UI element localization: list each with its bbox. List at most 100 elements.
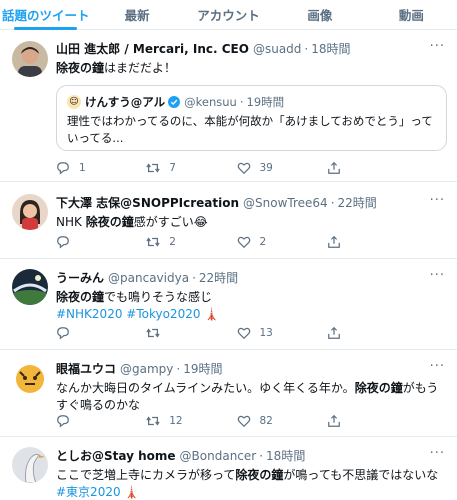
quote-timestamp: 19時間 <box>246 95 285 109</box>
author-handle[interactable]: @gampy <box>120 361 173 377</box>
tweet-actions: 12 82 <box>56 414 417 428</box>
more-icon[interactable]: ··· <box>430 446 445 461</box>
avatar[interactable] <box>12 269 48 305</box>
author-name[interactable]: うーみん <box>56 270 104 286</box>
author-name[interactable]: 山田 進太郎 / Mercari, Inc. CEO <box>56 41 249 57</box>
quoted-tweet[interactable]: ☺ けんすう@アル @kensuu · 19時間 理性ではわかってるのに、本能が… <box>56 85 447 151</box>
separator-dot: · <box>330 196 335 210</box>
author-handle[interactable]: @suadd <box>253 41 301 57</box>
tweet[interactable]: 眼福ユウコ @gampy · 19時間 なんか大晦日のタイムラインみたい。ゆく年… <box>0 351 457 437</box>
highlight: 除夜の鐘 <box>354 381 403 395</box>
quote-text: 理性ではわかってるのに、本能が何故か「あけましておめでとう」っていってる... <box>67 114 433 145</box>
like-count: 2 <box>259 236 267 248</box>
like-count: 13 <box>259 327 273 339</box>
retweet-count: 12 <box>169 415 183 427</box>
share-icon <box>327 414 340 427</box>
timestamp[interactable]: 18時間 <box>266 448 305 464</box>
quote-author-handle: @kensuu <box>184 95 237 109</box>
retweet-count: 7 <box>169 162 176 174</box>
like-button[interactable]: 39 <box>237 161 327 175</box>
author-name[interactable]: 下大澤 志保@SNOPPIcreation <box>56 195 239 211</box>
tab-latest[interactable]: 最新 <box>91 0 182 29</box>
share-icon <box>327 326 340 339</box>
quote-author-name: けんすう@アル <box>85 95 166 109</box>
share-button[interactable] <box>327 235 417 249</box>
reply-icon <box>57 162 69 175</box>
reply-button[interactable] <box>56 414 146 428</box>
hashtags[interactable]: #NHK2020 #Tokyo2020 🗼 <box>56 306 447 323</box>
avatar[interactable] <box>12 194 48 230</box>
share-button[interactable] <box>327 161 417 175</box>
tab-images[interactable]: 画像 <box>274 0 365 29</box>
like-button[interactable]: 82 <box>237 414 327 428</box>
retweet-button[interactable]: 2 <box>146 235 236 249</box>
retweet-button[interactable]: 12 <box>146 414 236 428</box>
tweet-actions: 1 7 39 <box>56 161 417 175</box>
tweet[interactable]: 山田 進太郎 / Mercari, Inc. CEO @suadd · 18時間… <box>0 31 457 182</box>
more-icon[interactable]: ··· <box>430 268 445 283</box>
text-segment: ここで芝増上寺にカメラが移って <box>56 468 236 482</box>
separator-dot: · <box>304 42 309 56</box>
separator-dot: · <box>192 271 196 285</box>
text-segment: なんか大晦日のタイムラインみたい。ゆく年くる年か。 <box>56 381 355 395</box>
retweet-icon <box>146 328 160 338</box>
reply-icon <box>57 327 69 340</box>
share-icon <box>327 235 340 248</box>
author-name[interactable]: 眼福ユウコ <box>56 361 116 377</box>
like-count: 39 <box>259 162 273 174</box>
hashtags[interactable]: #東京2020 🗼 <box>56 484 447 500</box>
heart-icon <box>237 415 250 428</box>
text-segment: 感がすごい😂 <box>133 215 208 229</box>
more-icon[interactable]: ··· <box>430 359 445 374</box>
tab-videos[interactable]: 動画 <box>366 0 457 29</box>
highlight: 除夜の鐘 <box>235 468 284 482</box>
tweet-text: 除夜の鐘でも鳴りそうな感じ <box>56 289 447 306</box>
text-segment: はまだだよ！ <box>104 61 177 75</box>
highlight: 除夜の鐘 <box>85 215 134 229</box>
author-handle[interactable]: @SnowTree64 <box>243 195 328 211</box>
tweet[interactable]: 下大澤 志保@SNOPPIcreation @SnowTree64 · 22時間… <box>0 183 457 259</box>
tab-top-tweets[interactable]: 話題のツイート <box>0 0 91 30</box>
retweet-button[interactable] <box>146 326 236 340</box>
heart-icon <box>237 162 250 175</box>
timestamp[interactable]: 22時間 <box>338 195 377 211</box>
reply-button[interactable]: 1 <box>56 161 146 175</box>
avatar[interactable] <box>12 41 48 77</box>
timestamp[interactable]: 22時間 <box>199 270 238 286</box>
reply-button[interactable] <box>56 326 146 340</box>
like-button[interactable]: 13 <box>237 326 327 340</box>
retweet-count: 2 <box>169 236 176 248</box>
author-handle[interactable]: @Bondancer <box>180 448 257 464</box>
tab-accounts[interactable]: アカウント <box>183 0 274 29</box>
search-tabs: 話題のツイート 最新 アカウント 画像 動画 <box>0 0 457 30</box>
timestamp[interactable]: 18時間 <box>311 41 350 57</box>
retweet-button[interactable]: 7 <box>146 161 236 175</box>
author-handle[interactable]: @pancavidya <box>108 270 189 286</box>
separator-dot: · <box>239 95 244 109</box>
retweet-icon <box>146 237 160 247</box>
text-segment: NHK <box>56 215 86 229</box>
text-segment: でも鳴りそうな感じ <box>104 290 213 304</box>
avatar[interactable] <box>12 360 48 396</box>
tweet-text: 除夜の鐘はまだだよ！ <box>56 60 447 77</box>
share-button[interactable] <box>327 414 417 428</box>
verified-icon <box>168 96 181 108</box>
avatar[interactable] <box>12 447 48 483</box>
more-icon[interactable]: ··· <box>430 193 445 208</box>
separator-dot: · <box>176 362 181 376</box>
tweet-actions: 13 <box>56 326 417 340</box>
reply-count: 1 <box>79 162 86 174</box>
author-name[interactable]: としお@Stay home <box>56 448 176 464</box>
highlight: 除夜の鐘 <box>56 61 105 75</box>
reply-button[interactable] <box>56 235 146 249</box>
like-count: 82 <box>259 415 273 427</box>
more-icon[interactable]: ··· <box>430 39 445 54</box>
share-button[interactable] <box>327 326 417 340</box>
like-button[interactable]: 2 <box>237 235 327 249</box>
tweet[interactable]: うーみん @pancavidya · 22時間 除夜の鐘でも鳴りそうな感じ #N… <box>0 260 457 350</box>
tweet[interactable]: としお@Stay home @Bondancer · 18時間 ここで芝増上寺に… <box>0 438 457 500</box>
heart-icon <box>237 236 250 249</box>
quote-avatar: ☺ <box>67 95 81 109</box>
timestamp[interactable]: 19時間 <box>183 361 222 377</box>
tweet-text: なんか大晦日のタイムラインみたい。ゆく年くる年か。除夜の鐘がもうすぐ鳴るのかな <box>56 380 447 414</box>
